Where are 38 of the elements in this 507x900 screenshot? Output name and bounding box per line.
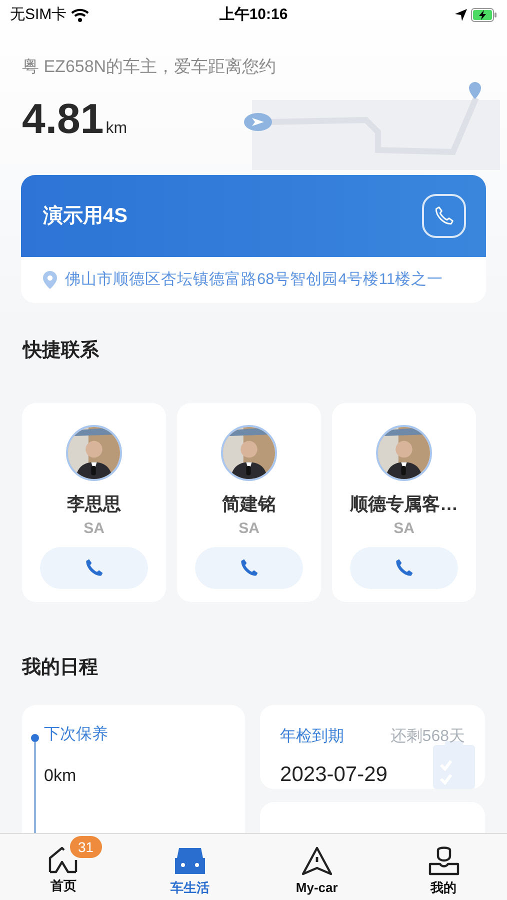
- distance-value: 4.81: [22, 98, 104, 140]
- maintenance-value: 0km: [44, 764, 78, 786]
- user-icon: [428, 846, 460, 876]
- phone-icon: [83, 556, 105, 578]
- contact-role: SA: [84, 519, 104, 539]
- car-icon: [173, 846, 208, 876]
- tab-item[interactable]: 车生活: [126, 834, 254, 900]
- tab-item[interactable]: 我的: [380, 834, 507, 900]
- distance-unit: km: [106, 118, 128, 138]
- dealer-name: 演示用4S: [43, 204, 128, 228]
- notification-badge: 31: [70, 836, 102, 858]
- tab-item[interactable]: 首页 31: [0, 834, 127, 900]
- carrier-label: 无SIM卡: [10, 4, 67, 25]
- contact-name: 李思思: [67, 493, 121, 516]
- contact-role: SA: [238, 519, 260, 539]
- contact-role: SA: [394, 519, 414, 539]
- phone-icon: [433, 204, 455, 226]
- contact-name: 简建铭: [222, 493, 276, 516]
- battery-charging-icon: [471, 8, 497, 22]
- phone-icon: [238, 556, 260, 578]
- phone-icon: [393, 556, 415, 578]
- distance-caption: 粤 EZ658N的车主，爱车距离您约: [22, 56, 278, 78]
- location-pin-icon: [43, 270, 57, 288]
- inspection-date: 2023-07-29: [280, 762, 388, 788]
- days-remaining: 还剩568天: [390, 726, 465, 746]
- inspection-label: 年检到期: [280, 726, 344, 746]
- clock-time: 上午10:16: [219, 4, 288, 25]
- maintenance-label: 下次保养: [44, 724, 108, 744]
- house-icon: [48, 846, 78, 874]
- location-arrow-icon: [455, 9, 467, 21]
- section-title: 快捷联系: [21, 338, 100, 362]
- call-button[interactable]: [422, 194, 466, 238]
- warning-triangle-icon: [300, 846, 333, 876]
- tab-item[interactable]: My-car: [254, 834, 380, 900]
- dealer-address: 佛山市顺德区杏坛镇德富路68号智创园4号楼11楼之一: [65, 270, 443, 290]
- contact-name: 顺德专属客…: [350, 493, 458, 516]
- section-title: 我的日程: [20, 656, 99, 680]
- wifi-icon: [70, 8, 89, 22]
